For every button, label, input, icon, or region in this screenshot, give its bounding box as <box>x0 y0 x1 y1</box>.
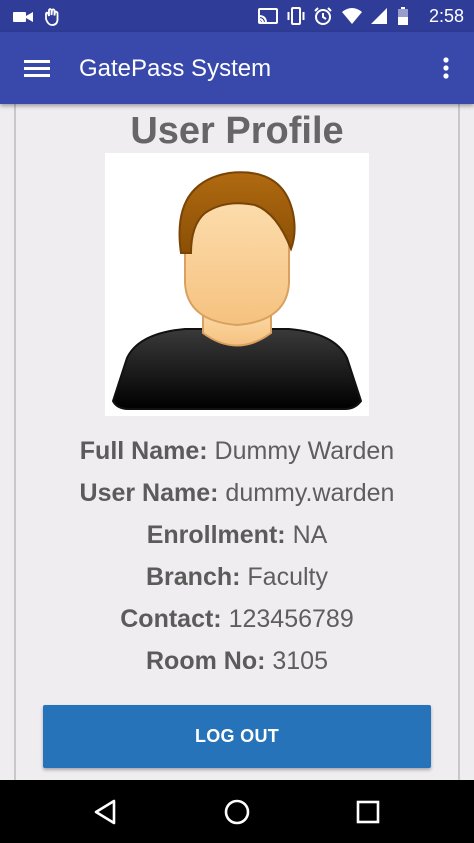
status-left-icons <box>12 7 62 27</box>
vibrate-icon <box>285 6 305 26</box>
info-row-branch: Branch: Faculty <box>0 556 474 598</box>
info-value: Faculty <box>247 563 328 591</box>
recents-icon[interactable] <box>352 796 384 828</box>
wifi-icon <box>341 6 362 26</box>
info-row-contact: Contact: 123456789 <box>0 598 474 640</box>
app-bar: GatePass System <box>0 32 474 104</box>
info-row-enrollment: Enrollment: NA <box>0 514 474 556</box>
home-icon[interactable] <box>221 796 253 828</box>
info-value: Dummy Warden <box>214 437 395 465</box>
info-value: NA <box>292 521 328 549</box>
info-label: Contact: <box>120 605 222 633</box>
more-vert-icon[interactable] <box>434 54 458 82</box>
logout-button[interactable]: LOG OUT <box>43 705 431 768</box>
alarm-icon <box>313 6 333 26</box>
status-time: 2:58 <box>428 6 464 26</box>
app-title: GatePass System <box>79 55 272 82</box>
info-label: Room No: <box>146 647 266 675</box>
user-avatar-icon <box>105 153 369 416</box>
battery-icon <box>397 6 417 26</box>
cast-icon <box>257 6 278 26</box>
info-value: 3105 <box>272 647 328 675</box>
back-icon[interactable] <box>90 796 122 828</box>
profile-info-list: Full Name: Dummy Warden User Name: dummy… <box>0 430 474 682</box>
info-value: dummy.warden <box>225 479 395 507</box>
info-label: User Name: <box>79 479 219 507</box>
info-row-room-no: Room No: 3105 <box>0 640 474 682</box>
status-bar: 2:58 <box>0 0 474 32</box>
touch-hand-icon <box>42 7 62 27</box>
profile-content: User Profile Full Name: Dummy Warden Use… <box>0 104 474 780</box>
hamburger-menu-icon[interactable] <box>22 54 52 82</box>
info-row-user-name: User Name: dummy.warden <box>0 472 474 514</box>
navigation-bar <box>0 780 474 843</box>
info-label: Branch: <box>145 563 241 591</box>
video-camera-icon <box>12 7 33 27</box>
info-row-full-name: Full Name: Dummy Warden <box>0 430 474 472</box>
cell-signal-icon <box>369 6 389 26</box>
info-label: Full Name: <box>79 437 208 465</box>
info-value: 123456789 <box>228 605 354 633</box>
info-label: Enrollment: <box>146 521 286 549</box>
status-right-icons: 2:58 <box>257 5 464 27</box>
page-title: User Profile <box>130 110 344 152</box>
